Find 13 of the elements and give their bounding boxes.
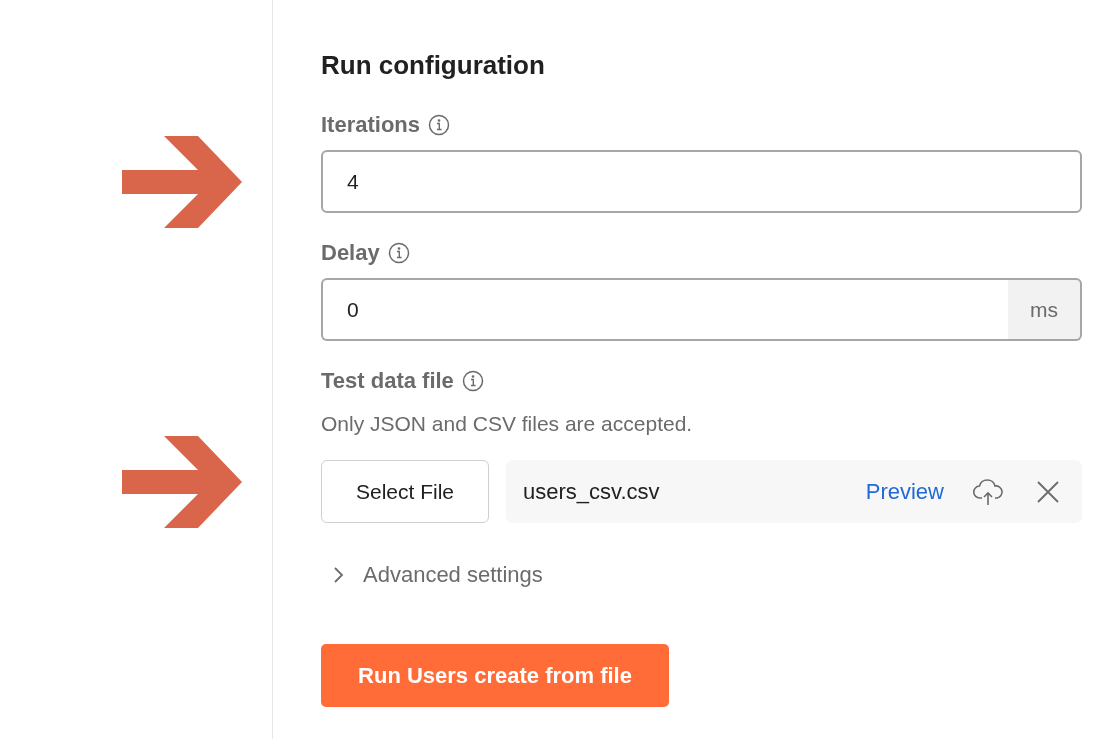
field-label: Test data file xyxy=(321,368,454,394)
section-title: Run configuration xyxy=(321,50,546,81)
select-file-button[interactable]: Select File xyxy=(321,460,489,523)
advanced-settings-label: Advanced settings xyxy=(363,561,543,588)
file-name: users_csv.csv xyxy=(523,478,661,505)
hint-text: Only JSON and CSV files are accepted. xyxy=(321,411,693,436)
close-icon xyxy=(1036,479,1060,504)
input-field[interactable]: 4 xyxy=(321,150,1082,213)
preview-link[interactable]: Preview xyxy=(865,478,944,505)
field-label: Delay xyxy=(321,240,380,266)
field-label: Iterations xyxy=(321,112,421,138)
advanced-settings-toggle[interactable]: Advanced settings xyxy=(321,561,543,588)
cloud-upload-icon xyxy=(972,477,1004,506)
